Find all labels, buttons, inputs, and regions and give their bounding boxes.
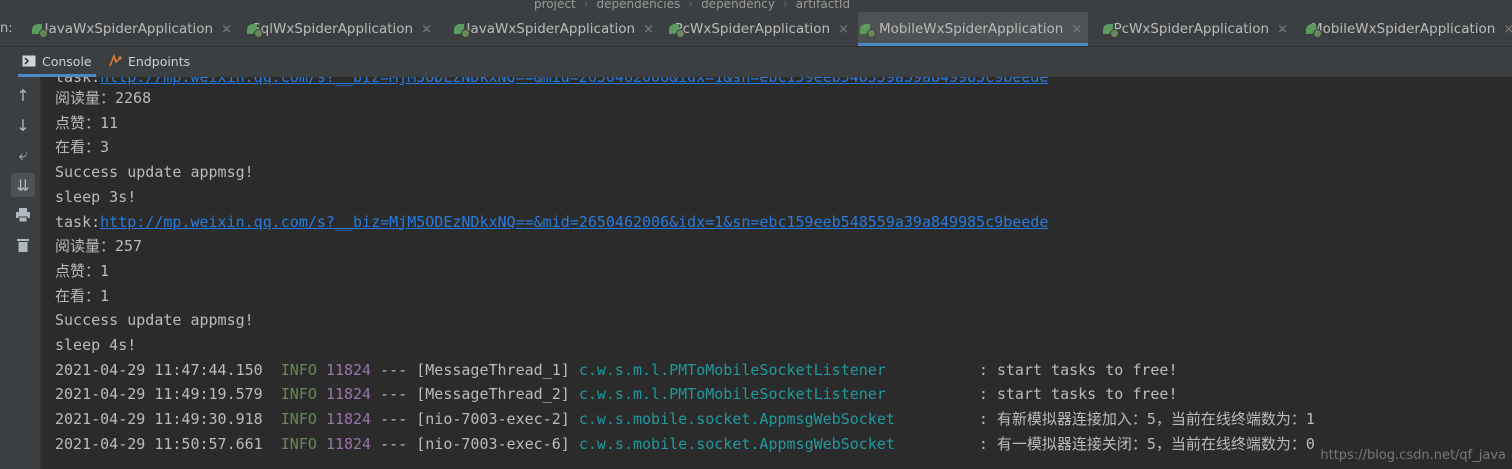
spring-boot-icon xyxy=(1103,22,1119,38)
log-thread: [MessageThread_2] xyxy=(416,385,570,404)
console-line: 在看：1 xyxy=(55,286,110,305)
log-message: : 有新模拟器连接加入：5，当前在线终端数为：1 xyxy=(978,410,1315,429)
log-pid: 11824 xyxy=(325,360,372,379)
close-icon[interactable]: × xyxy=(1071,22,1082,37)
run-tab[interactable]: MobileWxSpiderApplication × xyxy=(1304,12,1512,46)
console-toolbar: ↑ ↓ ⤶ ⇊ xyxy=(0,77,41,469)
close-icon[interactable]: × xyxy=(643,22,654,37)
console-line: sleep 4s! xyxy=(55,336,137,354)
log-separator: --- xyxy=(380,385,408,404)
spring-boot-icon xyxy=(454,22,470,38)
breadcrumb-item[interactable]: artifactId xyxy=(790,0,856,11)
log-level: INFO xyxy=(280,360,317,379)
log-pid: 11824 xyxy=(325,410,372,429)
log-logger: c.w.s.mobile.socket.AppmsgWebSocket xyxy=(578,410,895,429)
log-timestamp: 2021-04-29 11:47:44.150 xyxy=(55,360,263,379)
log-level: INFO xyxy=(280,410,317,429)
print-icon[interactable] xyxy=(11,203,35,227)
run-tab-label: JavaWxSpiderApplication xyxy=(44,21,214,37)
spring-boot-icon xyxy=(32,22,48,38)
log-line: 2021-04-29 11:49:30.918 INFO 11824 --- [… xyxy=(55,407,1315,431)
log-separator: --- xyxy=(380,410,408,429)
log-timestamp: 2021-04-29 11:49:19.579 xyxy=(55,385,263,404)
log-logger: c.w.s.mobile.socket.AppmsgWebSocket xyxy=(578,434,895,453)
log-thread: [nio-7003-exec-6] xyxy=(416,434,570,453)
run-tab-label: MobileWxSpiderApplication xyxy=(1311,21,1496,37)
trash-icon[interactable] xyxy=(11,233,35,257)
run-tab-label: SqlWxSpiderApplication xyxy=(252,21,414,37)
task-prefix: task: xyxy=(55,212,101,231)
close-icon[interactable]: × xyxy=(1503,22,1512,37)
console-line: 点赞：1 xyxy=(55,261,110,280)
log-pid: 11824 xyxy=(325,434,372,453)
console-icon xyxy=(22,55,36,67)
run-tabs-bar: n: JavaWxSpiderApplication × SqlWxSpiderAp… xyxy=(0,12,1512,47)
console-line: 点赞：11 xyxy=(55,113,119,132)
watermark: https://blog.csdn.net/qf_java xyxy=(1320,448,1506,463)
breadcrumb-item[interactable]: dependencies xyxy=(590,0,686,11)
log-message: : start tasks to free! xyxy=(978,385,1178,404)
console-line: 阅读量：2268 xyxy=(55,89,152,107)
console-line: Success update appmsg! xyxy=(55,163,254,182)
log-separator: --- xyxy=(380,360,408,379)
close-icon[interactable]: × xyxy=(1277,22,1288,37)
log-level: INFO xyxy=(280,434,317,453)
spring-boot-icon xyxy=(860,22,876,38)
close-icon[interactable]: × xyxy=(838,22,849,37)
log-logger: c.w.s.m.l.PMToMobileSocketListener xyxy=(578,385,886,404)
log-thread: [nio-7003-exec-2] xyxy=(416,410,570,429)
scroll-to-end-icon[interactable]: ⇊ xyxy=(11,173,35,197)
tab-endpoints[interactable]: Endpoints xyxy=(108,47,190,75)
run-tab-label: PcWxSpiderApplication xyxy=(1113,21,1270,37)
run-tab[interactable]: JavaWxSpiderApplication × xyxy=(30,12,232,46)
endpoints-icon xyxy=(109,54,122,67)
run-tab[interactable]: SqlWxSpiderApplication × xyxy=(245,12,432,46)
run-tab-label: MobileWxSpiderApplication xyxy=(879,21,1064,37)
console-line: 阅读量：257 xyxy=(55,237,143,256)
tab-endpoints-label: Endpoints xyxy=(128,53,191,69)
log-line: 2021-04-29 11:49:19.579 INFO 11824 --- [… xyxy=(55,382,1178,406)
console-output[interactable]: task:http://mp.weixin.qq.com/s?__biz=MjM… xyxy=(41,77,1512,469)
log-separator: --- xyxy=(380,434,408,453)
log-level: INFO xyxy=(280,385,317,404)
breadcrumb-item[interactable]: project xyxy=(528,0,582,11)
run-tab-label: JavaWxSpiderApplication xyxy=(466,21,636,37)
log-pid: 11824 xyxy=(325,385,372,404)
log-line: 2021-04-29 11:47:44.150 INFO 11824 --- [… xyxy=(55,358,1178,382)
down-arrow-icon[interactable]: ↓ xyxy=(11,113,35,137)
tab-console[interactable]: Console xyxy=(18,47,96,77)
log-thread: [MessageThread_1] xyxy=(416,360,570,379)
log-line: 2021-04-29 11:50:57.661 INFO 11824 --- [… xyxy=(55,432,1315,456)
log-timestamp: 2021-04-29 11:50:57.661 xyxy=(55,434,263,453)
url-link[interactable]: http://mp.weixin.qq.com/s?__biz=MjM5ODEz… xyxy=(100,77,1048,86)
log-message: : start tasks to free! xyxy=(978,360,1178,379)
up-arrow-icon[interactable]: ↑ xyxy=(11,83,35,107)
tool-window-tabs: Console Endpoints xyxy=(0,47,1512,77)
close-icon[interactable]: × xyxy=(421,22,432,37)
tab-console-label: Console xyxy=(42,53,92,69)
breadcrumb: project › dependencies › dependency › artif… xyxy=(0,0,1512,12)
console-line: Success update appmsg! xyxy=(55,311,254,330)
console-line: sleep 3s! xyxy=(55,187,137,206)
run-label: n: xyxy=(0,21,13,36)
url-link[interactable]: http://mp.weixin.qq.com/s?__biz=MjM5ODEz… xyxy=(100,213,1048,231)
console-line: task:http://mp.weixin.qq.com/s?__biz=MjM… xyxy=(55,210,1048,234)
log-message: : 有一模拟器连接关闭：5，当前在线终端数为：0 xyxy=(978,434,1315,453)
run-tab-label: PcWxSpiderApplication xyxy=(674,21,831,37)
log-timestamp: 2021-04-29 11:49:30.918 xyxy=(55,410,263,429)
run-tab[interactable]: MobileWxSpiderApplication × xyxy=(858,12,1088,46)
run-tab[interactable]: JavaWxSpiderApplication × xyxy=(452,12,654,46)
console-line: task:http://mp.weixin.qq.com/s?__biz=MjM… xyxy=(55,77,1048,89)
run-tab[interactable]: PcWxSpiderApplication × xyxy=(667,12,849,46)
close-icon[interactable]: × xyxy=(221,22,232,37)
soft-wrap-icon[interactable]: ⤶ xyxy=(11,143,35,167)
breadcrumb-item[interactable]: dependency xyxy=(695,0,781,11)
run-tab[interactable]: PcWxSpiderApplication × xyxy=(1101,12,1288,46)
log-logger: c.w.s.m.l.PMToMobileSocketListener xyxy=(578,360,886,379)
console-line: 在看：3 xyxy=(55,138,110,157)
